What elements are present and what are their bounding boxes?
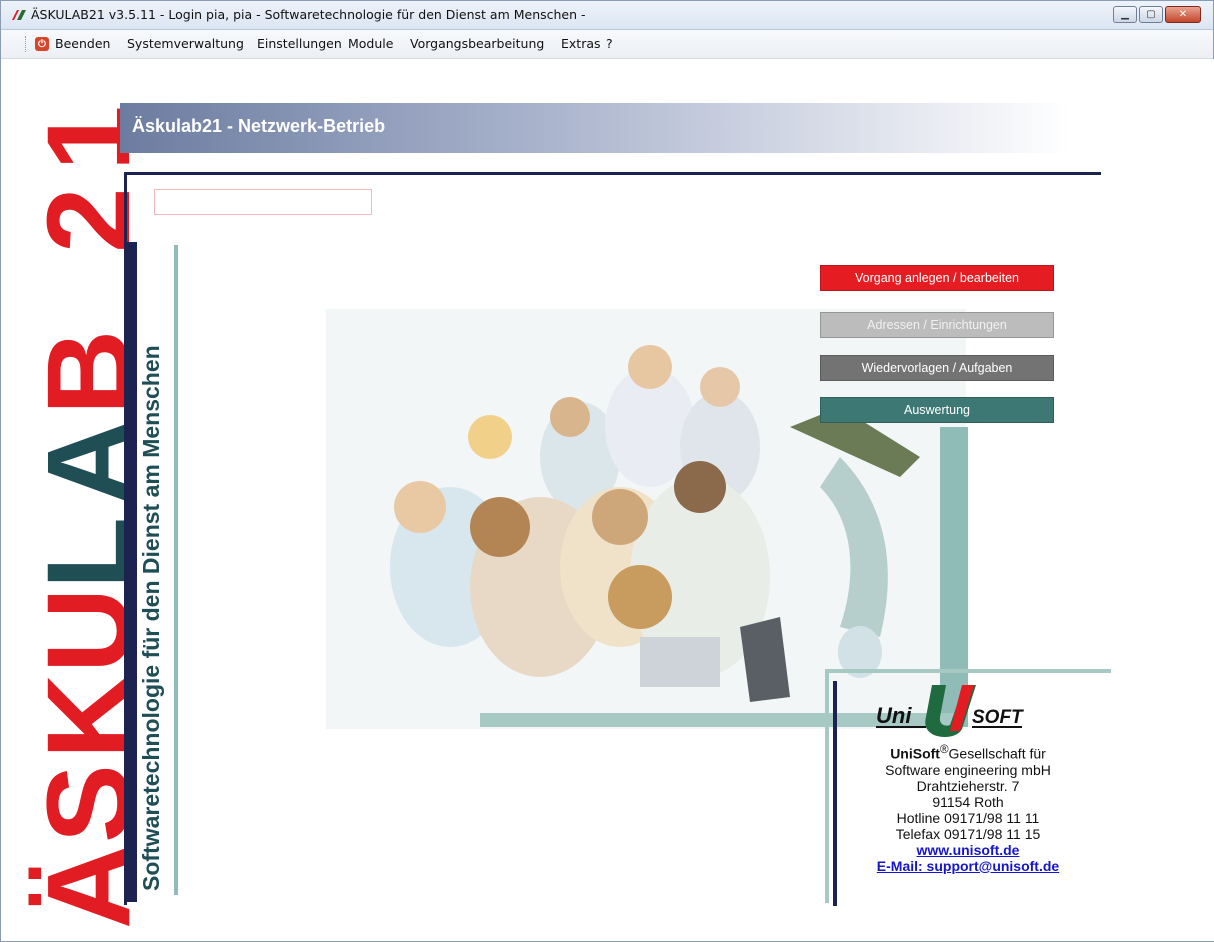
company-name: UniSoft [890, 745, 940, 762]
logo-text-soft: SOFT [972, 707, 1024, 728]
adressen-button[interactable]: Adressen / Einrichtungen [820, 312, 1054, 338]
frame-line [127, 242, 137, 902]
app-window: ÄSKULAB21 v3.5.11 - Login pia, pia - Sof… [0, 0, 1214, 942]
window-title: ÄSKULAB21 v3.5.11 - Login pia, pia - Sof… [31, 7, 586, 22]
menu-beenden[interactable]: Beenden [55, 36, 110, 51]
website-link[interactable]: www.unisoft.de [848, 842, 1088, 858]
header-banner: Äskulab21 - Netzwerk-Betrieb [120, 103, 1070, 153]
app-logo-icon [12, 10, 26, 20]
banner-title: Äskulab21 - Netzwerk-Betrieb [132, 116, 386, 136]
menu-grip [25, 36, 29, 52]
company-hotline: Hotline 09171/98 11 11 [896, 809, 1040, 826]
registered-icon: ® [939, 743, 949, 756]
vorgang-anlegen-button[interactable]: Vorgang anlegen / bearbeiten [820, 265, 1054, 291]
company-city: 91154 Roth [932, 793, 1004, 810]
slogan-text: Softwaretechnologie für den Dienst am Me… [138, 345, 164, 891]
auswertung-button[interactable]: Auswertung [820, 397, 1054, 423]
wiedervorlagen-button[interactable]: Wiedervorlagen / Aufgaben [820, 355, 1054, 381]
power-icon[interactable]: ⏻ [35, 37, 49, 51]
maximize-icon[interactable]: ▢ [1139, 6, 1163, 23]
menu-vorgangsbearbeitung[interactable]: Vorgangsbearbeitung [410, 36, 544, 51]
frame-line [825, 669, 1111, 673]
company-street: Drahtzieherstr. 7 [916, 777, 1020, 794]
company-line2: Software engineering mbH [885, 761, 1051, 778]
quick-search-input[interactable] [154, 189, 372, 215]
menu-module[interactable]: Module [348, 36, 393, 51]
menu-extras[interactable]: Extras [561, 36, 601, 51]
title-bar: ÄSKULAB21 v3.5.11 - Login pia, pia - Sof… [1, 1, 1213, 30]
frame-line [833, 681, 837, 906]
company-name-rest: Gesellschaft für [948, 745, 1046, 762]
company-telefax: Telefax 09171/98 11 15 [895, 825, 1041, 842]
main-content: Ä S K U L A B 2 1 Äskulab21 - Netzwerk-B… [2, 59, 1214, 941]
menu-bar: ⏻ Beenden Systemverwaltung Einstellungen… [1, 30, 1213, 59]
frame-line [825, 673, 829, 903]
unisoft-logo: Uni SOFT [876, 685, 1024, 737]
company-info: UniSoft®Gesellschaft für Software engine… [848, 742, 1088, 874]
close-icon[interactable]: ✕ [1165, 6, 1201, 23]
minimize-icon[interactable]: ▁ [1113, 6, 1137, 23]
logo-text-uni: Uni [876, 703, 912, 728]
company-name-line: UniSoft®Gesellschaft für [848, 742, 1088, 762]
frame-line [124, 172, 1101, 175]
menu-help[interactable]: ? [606, 36, 613, 51]
menu-einstellungen[interactable]: Einstellungen [257, 36, 342, 51]
menu-systemverwaltung[interactable]: Systemverwaltung [127, 36, 244, 51]
frame-line [174, 245, 178, 895]
email-link[interactable]: E-Mail: support@unisoft.de [848, 858, 1088, 874]
